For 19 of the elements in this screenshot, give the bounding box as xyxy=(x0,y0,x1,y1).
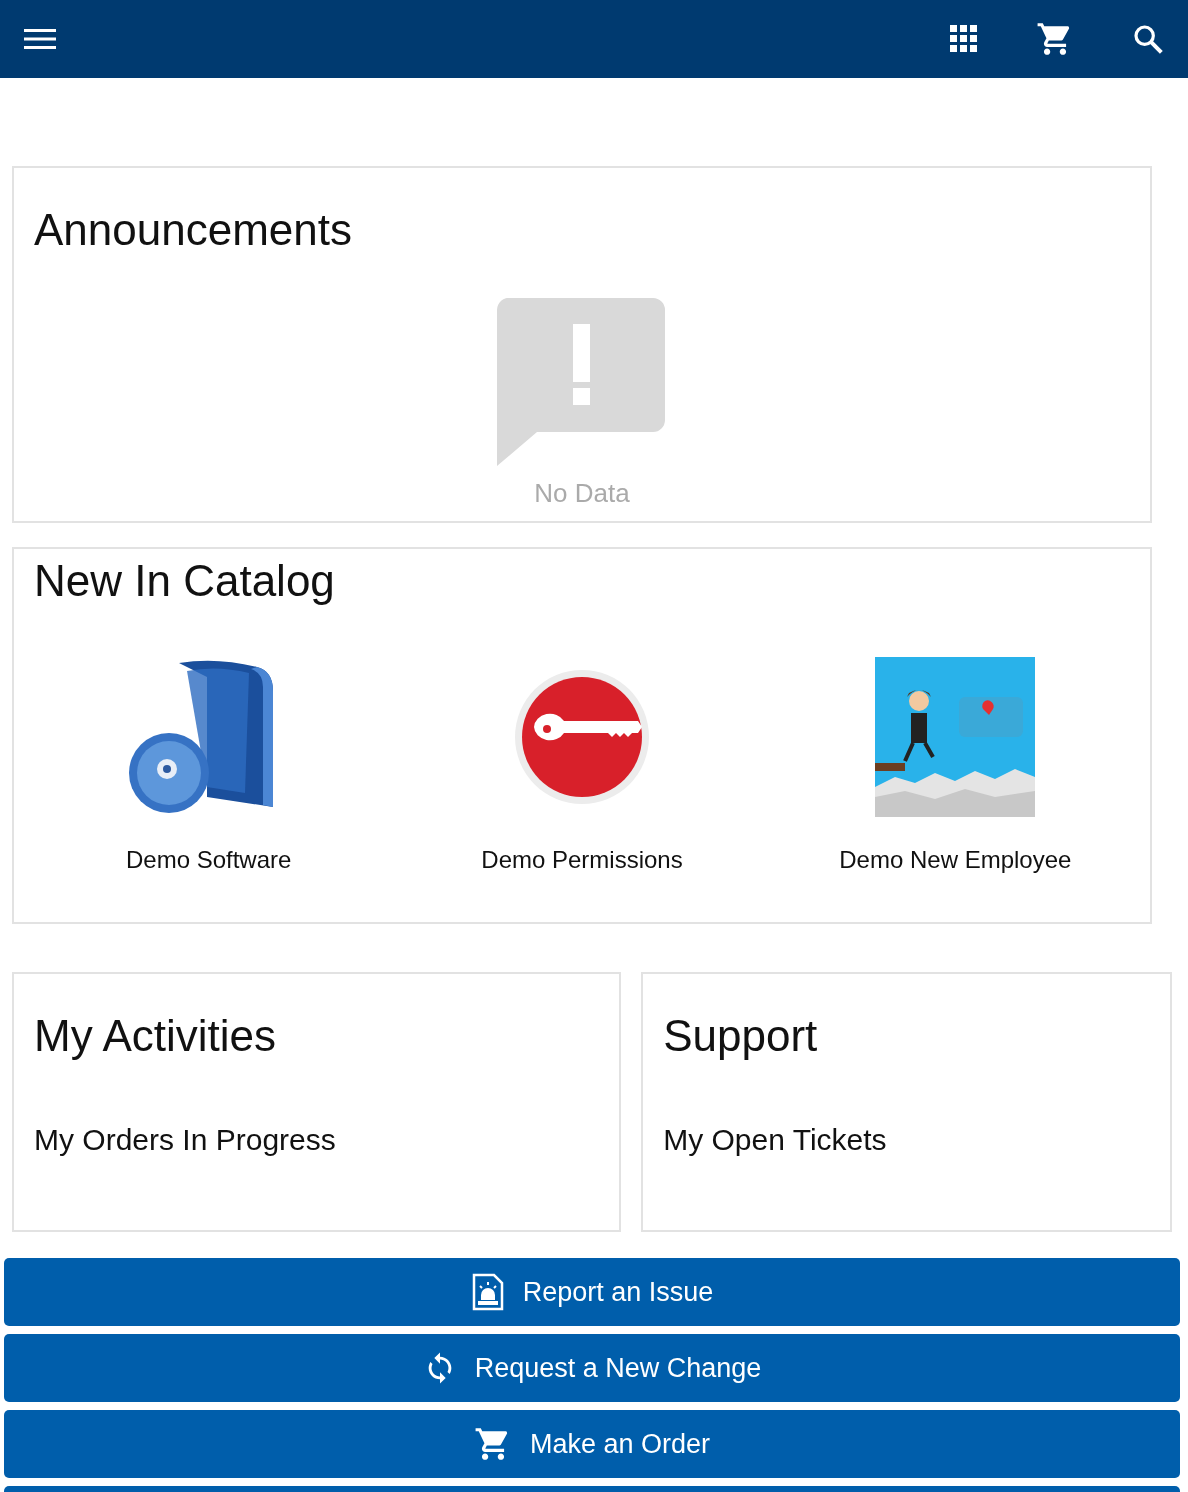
search-button[interactable] xyxy=(1132,23,1164,55)
card-title: My Activities xyxy=(34,1010,278,1062)
key-icon xyxy=(514,668,650,805)
alert-message-icon xyxy=(497,297,667,466)
action-button[interactable]: Make an Order xyxy=(4,1410,1180,1478)
card-title: New In Catalog xyxy=(34,554,336,607)
card-title: Announcements xyxy=(34,204,353,256)
section-heading: My Orders In Progress xyxy=(34,1121,337,1158)
card-title: Support xyxy=(663,1010,819,1062)
empty-state-text: No Data xyxy=(534,476,630,510)
action-button[interactable]: Request a New Change xyxy=(4,1334,1180,1402)
section-heading: My Open Tickets xyxy=(663,1121,888,1158)
report-icon xyxy=(470,1273,505,1311)
catalog-item-link[interactable]: Demo New Employee xyxy=(839,841,1072,878)
catalog-item-link[interactable]: Demo Software xyxy=(125,841,292,878)
catalog-item-link[interactable]: Demo Permissions xyxy=(481,841,683,878)
apps-button[interactable] xyxy=(950,25,978,53)
action-button[interactable]: Report an Issue xyxy=(4,1258,1180,1326)
menu-button[interactable] xyxy=(24,27,56,51)
